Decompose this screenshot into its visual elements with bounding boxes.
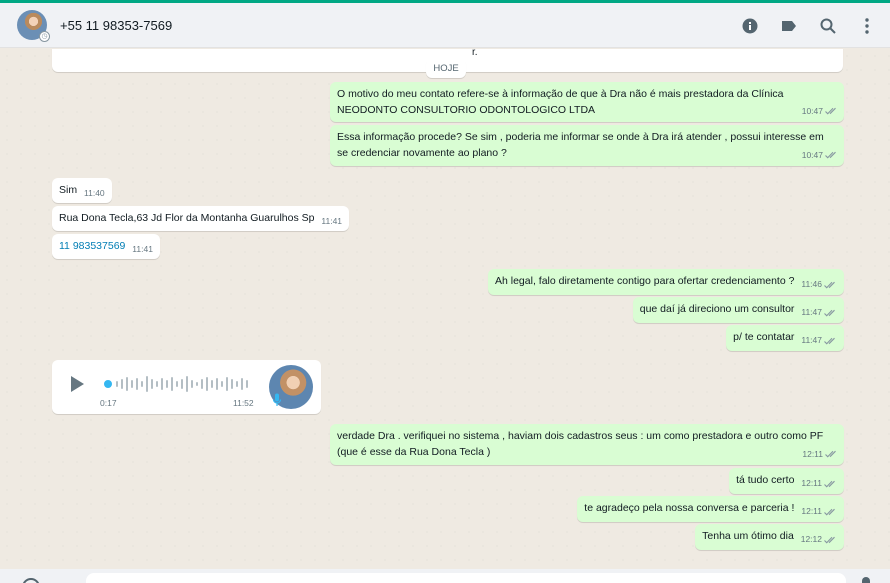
- message-time: 11:46: [801, 279, 822, 289]
- message-text: que daí já direciono um consultor: [639, 303, 795, 315]
- message-list[interactable]: r. HOJE O motivo do meu contato refere-s…: [0, 49, 890, 569]
- message-outgoing[interactable]: que daí já direciono um consultor 11:47: [632, 297, 844, 323]
- audio-waveform[interactable]: [114, 374, 254, 394]
- message-time: 11:47: [801, 307, 822, 317]
- message-meta: 10:47: [802, 148, 838, 164]
- message-outgoing[interactable]: O motivo do meu contato refere-se à info…: [330, 82, 844, 122]
- message-time: 11:41: [321, 216, 343, 226]
- read-ticks-icon: [825, 108, 836, 115]
- message-meta: 11:47: [801, 333, 837, 349]
- message-time: 11:47: [801, 335, 822, 345]
- message-time: 12:12: [800, 534, 822, 544]
- message-text: Sim: [59, 184, 78, 196]
- compose-bar: [0, 569, 890, 583]
- message-text: Tenha um ótimo dia: [702, 530, 794, 542]
- message-meta: 10:47: [802, 104, 838, 120]
- read-ticks-icon: [824, 337, 835, 345]
- message-text: Essa informação procede? Se sim , poderi…: [337, 131, 824, 159]
- message-time: 10:47: [801, 149, 823, 160]
- message-outgoing[interactable]: Tenha um ótimo dia 12:12: [695, 524, 844, 550]
- message-outgoing[interactable]: tá tudo certo 12:11: [729, 468, 844, 494]
- message-meta: 12:11: [801, 504, 837, 520]
- message-outgoing[interactable]: p/ te contatar 11:47: [726, 325, 844, 351]
- message-text: Ah legal, falo diretamente contigo para …: [495, 275, 795, 287]
- message-text: O motivo do meu contato refere-se à info…: [337, 88, 784, 116]
- previous-message-text: r.: [472, 49, 478, 58]
- message-incoming[interactable]: Sim 11:40: [52, 178, 112, 203]
- voice-message[interactable]: 0:17 11:52: [52, 360, 321, 414]
- message-time: 11:40: [84, 188, 105, 198]
- message-incoming[interactable]: Rua Dona Tecla,63 Jd Flor da Montanha Gu…: [52, 206, 350, 231]
- contact-name[interactable]: +55 11 98353-7569: [60, 18, 172, 33]
- label-icon[interactable]: [780, 17, 798, 35]
- phone-link[interactable]: 11 983537569: [59, 240, 125, 252]
- message-outgoing[interactable]: verdade Dra . verifiquei no sistema , ha…: [330, 424, 844, 465]
- read-ticks-icon: [824, 508, 835, 516]
- message-meta: 11:47: [801, 305, 837, 321]
- message-time: 10:47: [801, 105, 823, 116]
- message-time: 12:11: [802, 448, 823, 459]
- message-text: verdade Dra . verifiquei no sistema , ha…: [337, 430, 824, 458]
- read-ticks-icon: [825, 152, 836, 159]
- message-time: 11:41: [132, 244, 153, 254]
- message-meta: 11:46: [801, 277, 837, 293]
- message-time: 12:11: [801, 478, 822, 488]
- message-meta: 11:41: [321, 214, 342, 230]
- info-icon[interactable]: [741, 17, 759, 35]
- read-ticks-icon: [824, 480, 835, 488]
- message-meta: 12:11: [801, 476, 837, 492]
- message-text: tá tudo certo: [736, 474, 795, 486]
- message-incoming[interactable]: 11 983537569 11:41: [52, 234, 160, 259]
- message-outgoing[interactable]: Essa informação procede? Se sim , poderi…: [330, 125, 844, 166]
- play-icon[interactable]: [69, 375, 85, 393]
- date-separator: HOJE: [426, 59, 466, 78]
- message-text: te agradeço pela nossa conversa e parcer…: [584, 502, 795, 514]
- read-ticks-icon: [825, 451, 836, 458]
- audio-duration: 0:17: [100, 398, 117, 408]
- contact-avatar[interactable]: ◷: [17, 10, 50, 42]
- message-input[interactable]: [86, 573, 846, 583]
- search-icon[interactable]: [819, 17, 837, 35]
- read-ticks-icon: [824, 309, 835, 317]
- emoji-icon[interactable]: [22, 578, 40, 583]
- message-time: 11:52: [233, 398, 254, 408]
- message-text: p/ te contatar: [733, 331, 795, 343]
- read-ticks-icon: [824, 281, 835, 289]
- status-icon: ◷: [39, 31, 50, 42]
- playback-position-dot[interactable]: [104, 380, 112, 388]
- message-outgoing[interactable]: Ah legal, falo diretamente contigo para …: [488, 269, 844, 295]
- read-ticks-icon: [824, 536, 835, 544]
- message-meta: 12:12: [801, 532, 837, 548]
- message-outgoing[interactable]: te agradeço pela nossa conversa e parcer…: [577, 496, 844, 522]
- message-time: 12:11: [801, 506, 822, 516]
- message-meta: 11:40: [84, 186, 105, 202]
- message-text: Rua Dona Tecla,63 Jd Flor da Montanha Gu…: [59, 212, 315, 224]
- message-meta: 12:11: [802, 447, 838, 463]
- message-meta: 11:41: [132, 242, 153, 258]
- menu-icon[interactable]: [858, 17, 876, 35]
- header-actions: [741, 3, 876, 48]
- chat-header: ◷ +55 11 98353-7569: [0, 3, 890, 48]
- mic-icon: [272, 393, 282, 406]
- voice-record-icon[interactable]: [862, 577, 870, 583]
